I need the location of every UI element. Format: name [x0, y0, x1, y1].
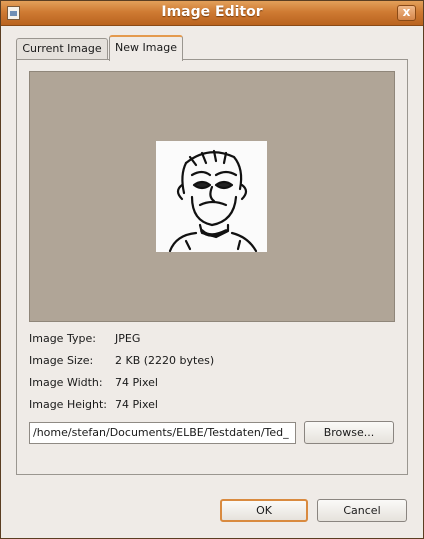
preview-image: [156, 141, 267, 253]
title-bar[interactable]: Image Editor x: [1, 1, 423, 26]
close-icon[interactable]: x: [397, 5, 416, 21]
image-height-value: 74 Pixel: [115, 398, 158, 411]
image-width-label: Image Width:: [29, 376, 103, 389]
tab-current-image[interactable]: Current Image: [16, 38, 108, 60]
image-width-value: 74 Pixel: [115, 376, 158, 389]
image-size-label: Image Size:: [29, 354, 94, 367]
file-path-input[interactable]: /home/stefan/Documents/ELBE/Testdaten/Te…: [29, 422, 296, 444]
cartoon-face-drawing: [168, 149, 258, 253]
ok-button[interactable]: OK: [220, 499, 308, 522]
image-height-label: Image Height:: [29, 398, 108, 411]
image-size-value: 2 KB (2220 bytes): [115, 354, 215, 367]
image-type-value: JPEG: [115, 332, 141, 345]
browse-button[interactable]: Browse...: [304, 421, 394, 444]
image-type-label: Image Type:: [29, 332, 96, 345]
cancel-button[interactable]: Cancel: [317, 499, 407, 522]
window-title: Image Editor: [161, 4, 263, 20]
tab-new-image[interactable]: New Image: [109, 35, 183, 61]
